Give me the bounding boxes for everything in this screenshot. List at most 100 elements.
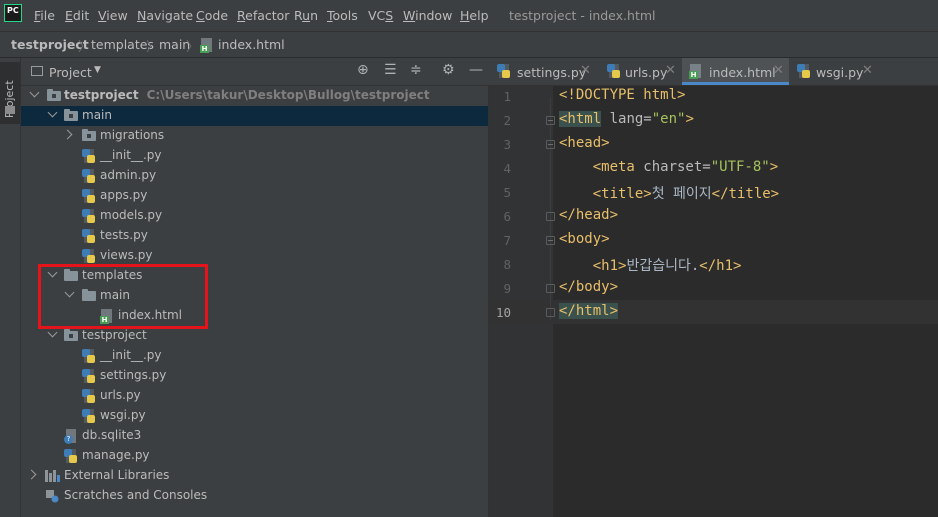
chevron-right-icon: 〉 <box>186 40 200 55</box>
chevron-down-icon[interactable] <box>47 327 58 338</box>
menu-tools[interactable]: Tools <box>327 8 358 23</box>
scratches-icon <box>45 489 59 503</box>
python-file-icon <box>82 409 96 424</box>
python-file-icon <box>82 169 96 184</box>
tree-item-file[interactable]: manage.py <box>21 446 488 466</box>
tree-item-testproject-root[interactable]: testproject C:\Users\takur\Desktop\Bullog… <box>21 86 488 106</box>
code-line-6: </head> <box>559 207 619 223</box>
tree-item-file[interactable]: __init__.py <box>21 146 488 166</box>
locate-icon[interactable]: ⊕ <box>357 62 369 78</box>
pycharm-logo: PC <box>4 4 22 22</box>
python-file-icon <box>82 389 96 404</box>
tree-item-label: testproject C:\Users\takur\Desktop\Bullog… <box>64 88 430 102</box>
fold-marker-icon[interactable] <box>546 236 555 245</box>
hide-panel-icon[interactable]: — <box>469 62 483 78</box>
menu-code[interactable]: Code <box>196 8 228 23</box>
chevron-down-icon[interactable] <box>47 107 58 118</box>
project-view-icon <box>31 66 43 76</box>
code-line-8: <h1>반갑습니다.</h1> <box>559 258 742 274</box>
tab-settings-py[interactable]: settings.py ✕ <box>489 58 600 85</box>
menu-file[interactable]: File <box>34 8 55 23</box>
chevron-right-icon: 〉 <box>78 40 92 55</box>
chevron-down-icon[interactable]: ▼ <box>94 65 101 75</box>
code-line-4: <meta charset="UTF-8"> <box>559 159 779 175</box>
folder-icon <box>64 109 78 121</box>
chevron-right-icon[interactable] <box>26 469 37 480</box>
menu-window[interactable]: Window <box>403 8 452 23</box>
expand-all-icon[interactable]: ☰ <box>384 62 397 78</box>
tree-item-label: __init__.py <box>100 348 162 362</box>
tree-item-label: External Libraries <box>64 468 170 482</box>
menu-view[interactable]: View <box>98 8 128 23</box>
close-icon[interactable]: ✕ <box>580 63 591 78</box>
fold-marker-icon[interactable] <box>546 308 555 317</box>
close-icon[interactable]: ✕ <box>665 63 676 78</box>
breadcrumb: testproject 〉 templates 〉 main 〉 H index… <box>0 31 938 58</box>
menu-run[interactable]: Run <box>294 8 318 23</box>
python-file-icon <box>82 209 96 224</box>
menu-vcs[interactable]: VCS <box>368 8 393 23</box>
breadcrumb-templates[interactable]: templates <box>91 37 154 52</box>
tab-label: wsgi.py <box>816 65 864 80</box>
menu-navigate[interactable]: Navigate <box>137 8 193 23</box>
fold-marker-icon[interactable] <box>546 284 555 293</box>
breadcrumb-file[interactable]: index.html <box>218 37 285 52</box>
chevron-down-icon[interactable] <box>29 87 40 98</box>
project-view-label[interactable]: Project <box>49 65 92 80</box>
tree-item-label: apps.py <box>100 188 148 202</box>
editor-tabs: settings.py ✕ urls.py ✕ H index.html ✕ w… <box>489 58 938 86</box>
tree-item-file[interactable]: wsgi.py <box>21 406 488 426</box>
chevron-right-icon[interactable] <box>62 129 73 140</box>
tree-item-migrations[interactable]: migrations <box>21 126 488 146</box>
code-line-5: <title>첫 페이지</title> <box>559 186 780 202</box>
tree-item-label: urls.py <box>100 388 141 402</box>
tree-item-file[interactable]: tests.py <box>21 226 488 246</box>
tree-item-file[interactable]: admin.py <box>21 166 488 186</box>
tree-item-file[interactable]: views.py <box>21 246 488 266</box>
tree-item-scratches[interactable]: Scratches and Consoles <box>21 486 488 506</box>
tab-urls-py[interactable]: urls.py ✕ <box>600 58 682 85</box>
project-panel-header: Project ▼ ⊕ ☰ ≑ ⚙ — <box>21 58 489 86</box>
folder-icon <box>82 129 96 141</box>
close-icon[interactable]: ✕ <box>862 63 873 78</box>
fold-marker-icon[interactable] <box>546 212 555 221</box>
tree-item-file[interactable]: models.py <box>21 206 488 226</box>
tree-item-file[interactable]: settings.py <box>21 366 488 386</box>
code-line-3: <head> <box>559 135 610 151</box>
tree-item-db[interactable]: ? db.sqlite3 <box>21 426 488 446</box>
tree-item-label: main <box>82 108 112 122</box>
line-number: 5 <box>503 185 511 200</box>
tree-item-label: migrations <box>100 128 165 142</box>
tab-index-html[interactable]: H index.html ✕ <box>682 58 789 85</box>
tree-item-label: views.py <box>100 248 153 262</box>
menu-help[interactable]: Help <box>460 8 489 23</box>
tree-item-testproject-pkg[interactable]: testproject <box>21 326 488 346</box>
menu-edit[interactable]: Edit <box>65 8 89 23</box>
tree-item-label: Scratches and Consoles <box>64 488 208 502</box>
tree-item-file[interactable]: __init__.py <box>21 346 488 366</box>
tab-label: index.html <box>709 65 776 80</box>
python-file-icon <box>82 149 96 164</box>
fold-marker-icon[interactable] <box>546 140 555 149</box>
collapse-all-icon[interactable]: ≑ <box>410 62 422 78</box>
tree-item-file[interactable]: urls.py <box>21 386 488 406</box>
line-number: 9 <box>503 281 511 296</box>
close-icon[interactable]: ✕ <box>773 63 784 78</box>
line-number: 2 <box>503 113 511 128</box>
tree-item-file[interactable]: apps.py <box>21 186 488 206</box>
code-line-2: <html lang="en"> <box>559 111 694 127</box>
python-file-icon <box>797 64 811 79</box>
tree-item-main[interactable]: main <box>21 106 488 126</box>
tree-item-label: db.sqlite3 <box>82 428 142 442</box>
gear-icon[interactable]: ⚙ <box>442 62 455 78</box>
database-file-icon: ? <box>64 429 78 444</box>
menu-refactor[interactable]: Refactor <box>237 8 289 23</box>
line-number: 10 <box>495 305 511 320</box>
tree-item-label: manage.py <box>82 448 150 462</box>
code-line-9: </body> <box>559 279 619 295</box>
fold-marker-icon[interactable] <box>546 116 555 125</box>
tab-label: urls.py <box>625 65 668 80</box>
code-line-7: <body> <box>559 231 610 247</box>
tree-item-external-libraries[interactable]: External Libraries <box>21 466 488 486</box>
tab-wsgi-py[interactable]: wsgi.py ✕ <box>789 58 879 85</box>
